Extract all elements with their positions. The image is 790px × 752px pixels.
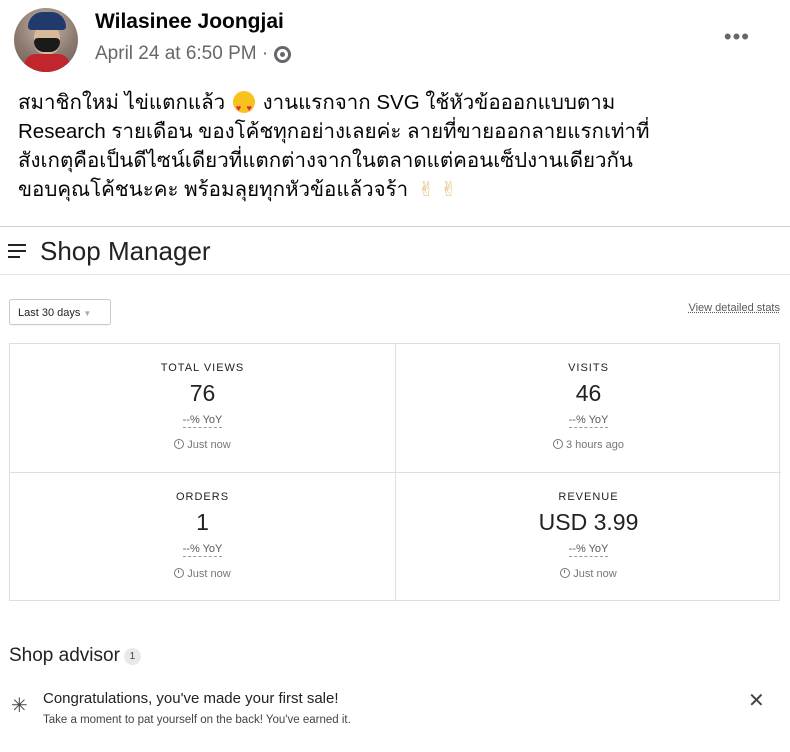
avatar-shirt [24,54,70,72]
post-line-1-pre: สมาชิกใหม่ ไข่แตกแล้ว [18,91,226,114]
stat-value: 1 [196,509,209,535]
stat-updated: 3 hours ago [396,439,781,451]
shop-manager-header: Shop Manager [0,228,790,275]
clock-icon [552,439,563,449]
shop-manager-title: Shop Manager [40,236,211,266]
post-body: สมาชิกใหม่ ไข่แตกแล้ว งานแรกจาก SVG ใช้ห… [18,88,778,205]
post-header: Wilasinee Joongjai April 24 at 6:50 PM ·… [14,8,784,74]
stats-grid: TOTAL VIEWS 76 --% YoY Just now VISITS 4… [9,343,781,601]
close-icon[interactable]: ✕ [748,688,765,713]
post-line-2: Research รายเดือน ของโค้ชทุกอย่างเลยค่ะ … [18,120,650,143]
celebration-burst-icon: ✳ [11,695,28,717]
post-line-1-post: งานแรกจาก SVG ใช้หัวข้อออกแบบตาม [262,91,616,114]
stat-yoy: --% YoY [182,414,223,428]
more-options-button[interactable]: ••• [724,26,750,48]
advisor-count-badge: 1 [123,648,141,665]
menu-hamburger-icon[interactable] [8,244,26,262]
stat-visits[interactable]: VISITS 46 --% YoY 3 hours ago [395,344,781,472]
stat-label: TOTAL VIEWS [160,362,245,374]
post-timestamp[interactable]: April 24 at 6:50 PM · [95,43,268,65]
post-line-1: สมาชิกใหม่ ไข่แตกแล้ว งานแรกจาก SVG ใช้ห… [18,88,778,123]
post-meta: April 24 at 6:50 PM · [95,43,292,65]
view-detailed-stats-link[interactable]: View detailed stats [688,302,780,314]
date-range-select[interactable]: Last 30 days ▼ [9,299,111,325]
victory-hand-icon: ✌ ✌ [417,179,457,201]
stat-yoy: --% YoY [182,543,223,557]
stat-updated: Just now [10,439,395,451]
stat-revenue[interactable]: REVENUE USD 3.99 --% YoY Just now [395,472,781,601]
clock-icon [560,568,571,578]
shop-advisor-title: Shop advisor 1 [9,645,141,667]
author-avatar[interactable] [14,8,78,72]
image-top-divider [0,226,790,227]
stat-label: REVENUE [558,491,619,503]
author-name[interactable]: Wilasinee Joongjai [95,10,284,34]
stat-label: VISITS [568,362,609,374]
clock-icon [174,439,185,449]
avatar-mask [34,38,60,52]
stat-value: 76 [189,380,216,406]
advisor-message: Congratulations, you've made your first … [43,690,339,707]
stat-value: 46 [575,380,602,406]
advisor-subtext: Take a moment to pat yourself on the bac… [43,714,351,726]
post-line-4: ขอบคุณโค้ชนะคะ พร้อมลุยทุกหัวข้อแล้วจร้า… [18,175,778,205]
post-line-4-text: ขอบคุณโค้ชนะคะ พร้อมลุยทุกหัวข้อแล้วจร้า [18,178,409,201]
stat-yoy: --% YoY [568,543,609,557]
clock-icon [174,568,185,578]
avatar-cap [28,12,66,30]
public-globe-icon [274,45,292,63]
stat-label: ORDERS [175,491,230,503]
chevron-down-icon: ▼ [83,309,92,318]
heart-eyes-emoji-icon [232,91,255,123]
stat-value: USD 3.99 [538,509,639,535]
stat-updated: Just now [10,568,395,580]
date-range-value: Last 30 days [18,307,81,319]
stat-updated: Just now [396,568,781,580]
stat-yoy: --% YoY [568,414,609,428]
post-line-3: สังเกตุคือเป็นดีไซน์เดียวที่แตกต่างจากใน… [18,149,633,172]
stat-total-views[interactable]: TOTAL VIEWS 76 --% YoY Just now [10,344,395,472]
stat-orders[interactable]: ORDERS 1 --% YoY Just now [10,472,395,601]
